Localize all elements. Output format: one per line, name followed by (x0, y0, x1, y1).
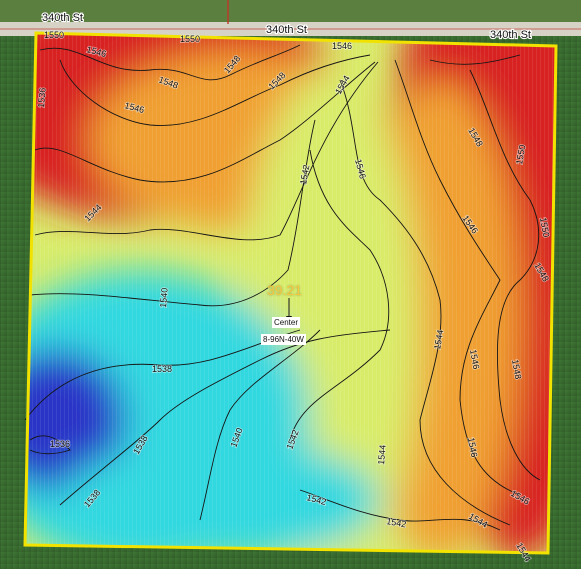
contour-label: 1550 (180, 34, 200, 44)
contour-label: 1540 (158, 287, 170, 308)
legal-description-label: 8-96N-40W (261, 334, 306, 345)
road-label: 340th St (42, 12, 83, 24)
map-view[interactable]: 340th St 340th St 340th St 1550 1550 154… (0, 0, 581, 569)
contour-label: 1544 (376, 444, 388, 465)
contour-label: 1550 (44, 30, 64, 40)
contour-label: 1536 (36, 87, 48, 108)
contour-label: 1546 (332, 41, 352, 51)
center-marker[interactable]: Center 8-96N-40W (258, 315, 314, 345)
top-field (0, 0, 581, 22)
center-label: Center (272, 317, 301, 328)
contour-label: 1536 (50, 439, 70, 449)
contour-label: 1538 (152, 364, 172, 374)
road-label: 340th St (490, 29, 531, 41)
road-label: 340th St (266, 24, 307, 36)
field-acreage-label: 39.21 (267, 282, 303, 298)
